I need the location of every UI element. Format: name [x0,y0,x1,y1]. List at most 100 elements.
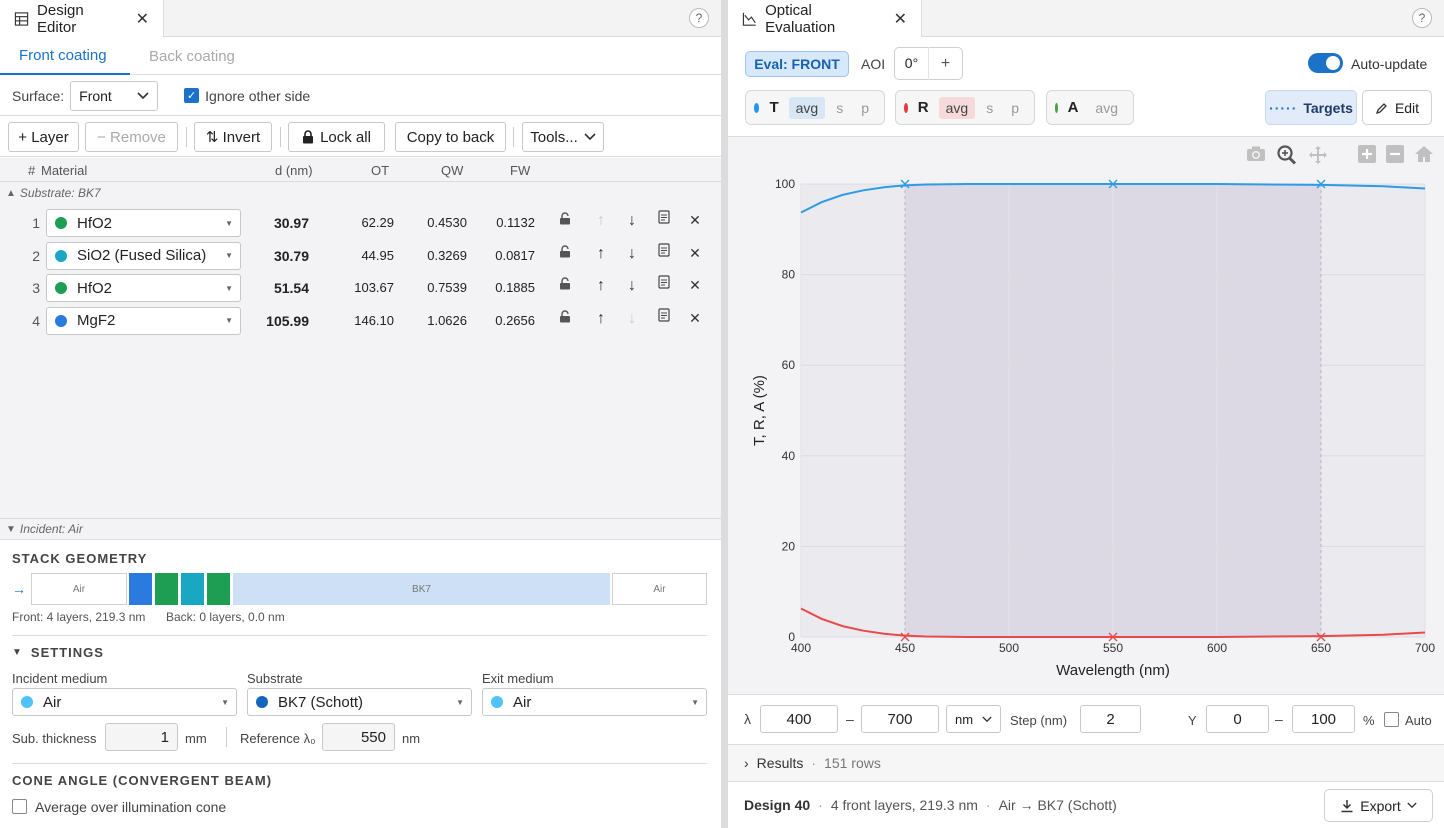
transmittance-p-option[interactable]: p [854,97,876,119]
add-layer-button[interactable]: + Layer [8,122,79,152]
tab-design-editor[interactable]: Design Editor ✕ [0,0,164,37]
unlock-icon[interactable] [555,309,575,328]
substrate-group-label[interactable]: ▲ Substrate: BK7 [6,186,101,200]
duplicate-icon[interactable] [654,307,674,327]
duplicate-icon[interactable] [654,242,674,262]
step-input[interactable]: 2 [1080,705,1141,733]
table-row[interactable]: 2 SiO2 (Fused Silica) ▼ 30.79 44.95 0.3269 0.0… [0,240,721,272]
layer-ot: 103.67 [354,280,394,295]
reflectance-s-option[interactable]: s [979,97,1000,119]
duplicate-icon[interactable] [654,210,674,229]
y-max-input[interactable]: 100 [1292,705,1355,733]
targets-button[interactable]: ····· Targets [1265,90,1357,125]
delete-layer-icon[interactable]: ✕ [685,245,705,262]
lambda-label: λ [744,711,751,727]
results-toggle[interactable]: › Results · 151 rows [728,744,1444,781]
exit-medium-select[interactable]: Air ▼ [482,688,707,716]
move-down-icon[interactable]: ↓ [622,245,642,263]
move-down-icon[interactable]: ↓ [622,212,642,230]
geometry-layer-block [155,573,178,605]
help-icon[interactable]: ? [689,8,709,28]
remove-layer-button[interactable]: − Remove [85,122,178,152]
delete-layer-icon[interactable]: ✕ [685,310,705,327]
header-fw: FW [510,163,531,178]
layer-thickness[interactable]: 105.99 [250,313,309,329]
absorptance-label[interactable]: A [1068,99,1079,116]
edit-targets-button[interactable]: Edit [1362,90,1432,125]
surface-select[interactable]: Front [70,80,159,111]
close-icon[interactable]: ✕ [136,9,149,29]
move-up-icon[interactable]: ↑ [591,277,611,295]
design-name: Design 40 [744,797,811,813]
tab-front-coating[interactable]: Front coating [0,37,130,75]
coating-subtabs: Front coating Back coating [0,37,721,75]
unlock-icon[interactable] [555,212,575,230]
collapse-triangle-icon: ▼ [12,647,23,658]
material-select[interactable]: HfO2 ▼ [46,274,241,302]
average-cone-label: Average over illumination cone [35,799,227,815]
table-icon [14,11,29,26]
ignore-other-side-checkbox[interactable]: ✓ [184,88,200,103]
tab-optical-evaluation[interactable]: Optical Evaluation ✕ [728,0,922,37]
delete-layer-icon[interactable]: ✕ [685,277,705,294]
layer-thickness[interactable]: 51.54 [250,280,309,296]
settings-section-header[interactable]: ▼ SETTINGS [12,645,104,660]
close-icon[interactable]: ✕ [894,9,907,29]
layer-thickness[interactable]: 30.79 [250,248,309,264]
tools-menu-button[interactable]: Tools... [522,122,604,152]
reference-lambda-input[interactable]: 550 [322,723,395,751]
lambda-max-input[interactable]: 700 [861,705,939,733]
transmittance-label[interactable]: T [769,99,778,116]
help-icon[interactable]: ? [1412,8,1432,28]
tab-back-coating[interactable]: Back coating [130,37,254,75]
design-status-bar: Design 40 · 4 front layers, 219.3 nm · A… [728,781,1444,828]
table-row[interactable]: 4 MgF2 ▼ 105.99 146.10 1.0626 0.2656 ↑ ↓ ✕ [0,305,721,337]
y-min-input[interactable]: 0 [1206,705,1269,733]
table-row[interactable]: 3 HfO2 ▼ 51.54 103.67 0.7539 0.1885 ↑ ↓ ✕ [0,272,721,304]
auto-range-checkbox[interactable] [1384,712,1399,727]
reflectance-label[interactable]: R [918,99,929,116]
absorptance-avg-option[interactable]: avg [1088,97,1125,119]
move-down-icon[interactable]: ↓ [622,310,642,328]
incident-medium-select[interactable]: Air ▼ [12,688,237,716]
move-up-icon[interactable]: ↑ [591,212,611,230]
move-down-icon[interactable]: ↓ [622,277,642,295]
pane-splitter[interactable] [721,0,728,828]
lock-all-button[interactable]: Lock all [288,122,385,152]
auto-update-toggle[interactable] [1308,53,1343,73]
unit-select[interactable]: nm [946,705,1001,733]
move-up-icon[interactable]: ↑ [591,310,611,328]
transmittance-avg-option[interactable]: avg [788,96,826,119]
lambda-min-input[interactable]: 400 [760,705,838,733]
copy-to-back-button[interactable]: Copy to back [395,122,506,152]
material-select[interactable]: MgF2 ▼ [46,306,241,335]
material-select[interactable]: SiO2 (Fused Silica) ▼ [46,241,241,270]
substrate-select[interactable]: BK7 (Schott) ▼ [247,688,472,716]
transmittance-s-option[interactable]: s [829,97,850,119]
reflectance-p-option[interactable]: p [1004,97,1026,119]
move-up-icon[interactable]: ↑ [591,245,611,263]
spectrum-chart[interactable]: 400 450 500 550 600 650 700020406080100Wavelen… [728,137,1444,695]
incident-group-label[interactable]: ▼ Incident: Air [0,518,721,540]
duplicate-icon[interactable] [654,275,674,294]
layer-thickness[interactable]: 30.97 [250,215,309,231]
average-cone-checkbox[interactable] [12,799,27,814]
invert-button[interactable]: ⇅ Invert [194,122,272,152]
results-label: Results [756,755,804,771]
table-row[interactable]: 1 HfO2 ▼ 30.97 62.29 0.4530 0.1132 ↑ ↓ ✕ [0,207,721,239]
layer-number: 3 [32,280,40,296]
surface-row: Surface: Front ✓ Ignore other side [0,76,721,116]
results-count: 151 rows [824,755,881,771]
y-label: Y [1188,713,1197,728]
sub-thickness-input[interactable]: 1 [105,723,178,751]
unlock-icon[interactable] [555,244,575,263]
add-aoi-button[interactable]: + [929,55,962,73]
unlock-icon[interactable] [555,277,575,295]
reflectance-avg-option[interactable]: avg [938,96,976,119]
reflectance-color-dot [904,102,908,113]
delete-layer-icon[interactable]: ✕ [685,212,705,229]
eval-front-badge[interactable]: Eval: FRONT [745,51,849,77]
material-select[interactable]: HfO2 ▼ [46,209,241,237]
export-button[interactable]: Export [1324,789,1433,822]
aoi-value[interactable]: 0° [895,47,929,80]
